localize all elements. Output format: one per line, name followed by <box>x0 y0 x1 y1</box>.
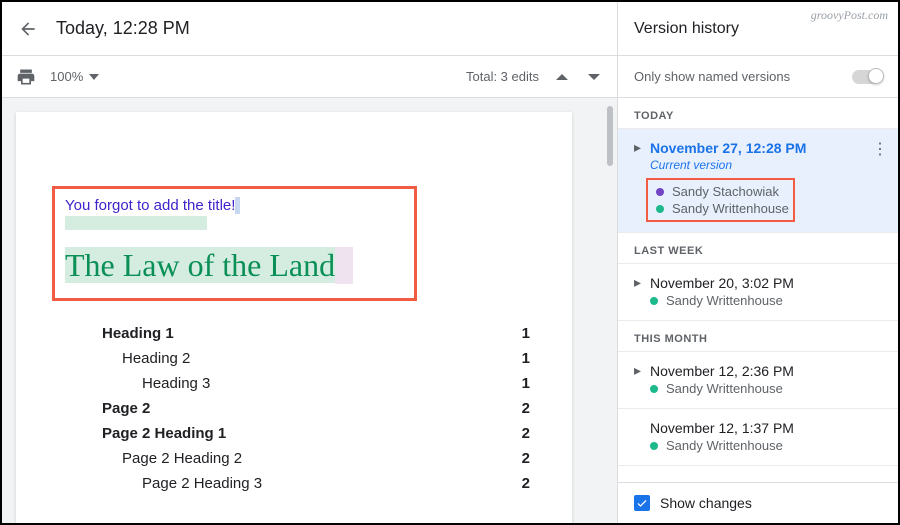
toc-label: Page 2 Heading 1 <box>102 425 226 442</box>
toc-page-number: 1 <box>522 350 538 367</box>
print-icon <box>16 67 36 87</box>
arrow-left-icon <box>18 19 38 39</box>
highlight-bar <box>65 216 207 230</box>
panel-header: Version history groovyPost.com <box>618 2 898 56</box>
toc-page-number: 1 <box>522 325 538 342</box>
chevron-up-icon <box>556 71 568 83</box>
caret-right-icon[interactable]: ▸ <box>634 362 644 379</box>
toc-page-number: 1 <box>522 375 538 392</box>
document-title: The Law of the Land <box>65 247 404 284</box>
toggle-knob <box>868 68 884 84</box>
version-date: November 27, 12:28 PM <box>650 140 806 156</box>
editor-row: Sandy Stachowiak <box>656 184 789 199</box>
print-button[interactable] <box>16 67 36 87</box>
caret-right-icon[interactable]: ▸ <box>634 274 644 291</box>
toc-row: Page 2 Heading 3 2 <box>52 471 538 496</box>
version-item[interactable]: ▸ November 12, 1:37 PM Sandy Writtenhous… <box>618 409 898 466</box>
toc-page-number: 2 <box>522 475 538 492</box>
toc-label: Heading 3 <box>142 375 210 392</box>
section-last-week: LAST WEEK <box>618 233 898 264</box>
current-version-label: Current version <box>650 158 884 172</box>
scrollbar-thumb[interactable] <box>607 106 613 166</box>
check-icon <box>636 497 648 509</box>
editor-name: Sandy Writtenhouse <box>672 201 789 216</box>
toc-row: Heading 2 1 <box>52 346 538 371</box>
toc-row: Page 2 2 <box>52 396 538 421</box>
panel-title: Version history <box>634 20 739 38</box>
toc-label: Heading 2 <box>122 350 190 367</box>
version-item[interactable]: ▸ November 20, 3:02 PM Sandy Writtenhous… <box>618 264 898 321</box>
show-changes-checkbox[interactable] <box>634 495 650 511</box>
version-item[interactable]: ▸ November 12, 2:36 PM Sandy Writtenhous… <box>618 352 898 409</box>
version-more-button[interactable]: ⋮ <box>872 139 888 159</box>
version-item-current[interactable]: ▸ November 27, 12:28 PM ⋮ Current versio… <box>618 129 898 233</box>
version-timestamp-title: Today, 12:28 PM <box>56 18 190 39</box>
document-canvas: You forgot to add the title! The Law of … <box>2 98 617 523</box>
toc-label: Page 2 Heading 3 <box>142 475 262 492</box>
prev-edit-button[interactable] <box>553 68 571 86</box>
filter-label: Only show named versions <box>634 69 790 84</box>
toc-page-number: 2 <box>522 425 538 442</box>
editor-row: Sandy Writtenhouse <box>656 201 789 216</box>
editor-color-dot <box>656 205 664 213</box>
toc-row: Page 2 Heading 2 2 <box>52 446 538 471</box>
toc-label: Page 2 <box>102 400 150 417</box>
toc-row: Page 2 Heading 1 2 <box>52 421 538 446</box>
toc-row: Heading 3 1 <box>52 371 538 396</box>
zoom-value: 100% <box>50 69 83 84</box>
editor-name: Sandy Writtenhouse <box>666 381 783 396</box>
section-today: TODAY <box>618 98 898 129</box>
version-date: November 20, 3:02 PM <box>650 275 794 291</box>
annotation-highlight-box: You forgot to add the title! The Law of … <box>52 186 417 301</box>
editor-row: Sandy Writtenhouse <box>650 381 884 396</box>
named-versions-toggle[interactable] <box>852 70 882 84</box>
toc-label: Page 2 Heading 2 <box>122 450 242 467</box>
editor-name: Sandy Writtenhouse <box>666 438 783 453</box>
editor-color-dot <box>656 188 664 196</box>
editor-color-dot <box>650 297 658 305</box>
toc-row: Heading 1 1 <box>52 321 538 346</box>
show-changes-label: Show changes <box>660 495 752 511</box>
editor-row: Sandy Writtenhouse <box>650 438 884 453</box>
show-changes-row[interactable]: Show changes <box>618 482 898 523</box>
inserted-comment-text: You forgot to add the title! <box>65 197 404 214</box>
next-edit-button[interactable] <box>585 68 603 86</box>
back-button[interactable] <box>16 17 40 41</box>
watermark: groovyPost.com <box>811 8 888 23</box>
zoom-select[interactable]: 100% <box>50 69 99 84</box>
editor-color-dot <box>650 385 658 393</box>
section-this-month: THIS MONTH <box>618 321 898 352</box>
total-edits-label: Total: 3 edits <box>466 69 539 84</box>
chevron-down-icon <box>588 71 600 83</box>
left-header: Today, 12:28 PM <box>2 2 617 56</box>
caret-right-icon[interactable]: ▸ <box>634 139 644 156</box>
editors-annotation-box: Sandy Stachowiak Sandy Writtenhouse <box>646 178 795 222</box>
editor-name: Sandy Stachowiak <box>672 184 779 199</box>
document-page: You forgot to add the title! The Law of … <box>16 112 572 523</box>
version-date: November 12, 2:36 PM <box>650 363 794 379</box>
toc-page-number: 2 <box>522 450 538 467</box>
version-date: November 12, 1:37 PM <box>650 420 794 436</box>
version-list[interactable]: TODAY ▸ November 27, 12:28 PM ⋮ Current … <box>618 98 898 482</box>
editor-row: Sandy Writtenhouse <box>650 293 884 308</box>
toc-label: Heading 1 <box>102 325 174 342</box>
left-toolbar: 100% Total: 3 edits <box>2 56 617 98</box>
caret-down-icon <box>89 74 99 80</box>
editor-color-dot <box>650 442 658 450</box>
toc-page-number: 2 <box>522 400 538 417</box>
editor-name: Sandy Writtenhouse <box>666 293 783 308</box>
panel-filter-bar: Only show named versions <box>618 56 898 98</box>
